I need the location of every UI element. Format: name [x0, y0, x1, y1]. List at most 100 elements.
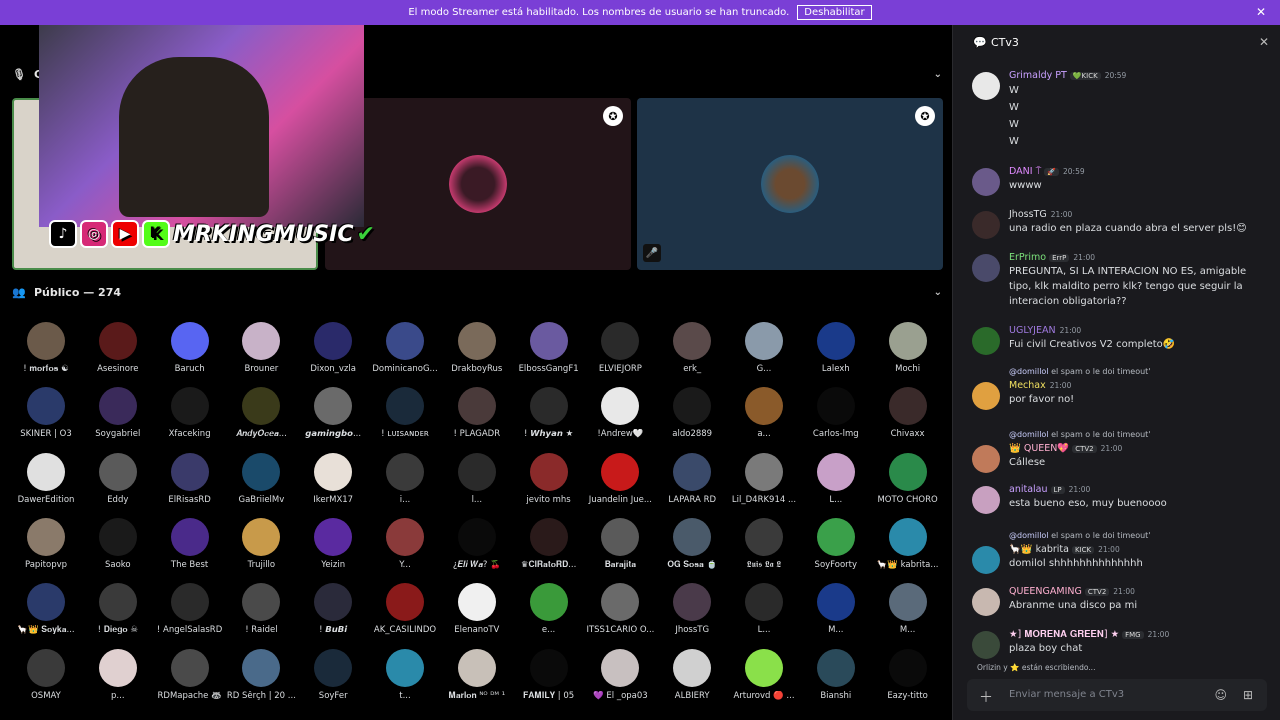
audience-member[interactable]: ! PLAGADR	[441, 387, 513, 449]
audience-member[interactable]: Baruch	[154, 322, 226, 384]
username[interactable]: anitalau	[1009, 484, 1048, 495]
audience-member[interactable]: ! Raidel	[225, 583, 297, 645]
audience-member[interactable]: p...	[82, 648, 154, 711]
reply-reference[interactable]: @domillol el spam o le doi timeout'	[1009, 531, 1151, 540]
audience-member[interactable]: Lalexh	[800, 322, 872, 384]
audience-member[interactable]: Lil_D4RK914 ...	[728, 452, 800, 515]
username[interactable]: JhossTG	[1009, 209, 1047, 220]
audience-member[interactable]: ! AngelSalasRD	[154, 583, 226, 645]
avatar[interactable]	[972, 486, 1000, 514]
audience-member[interactable]: RDMapache 🦝	[154, 648, 226, 711]
audience-member[interactable]: RD Šêrçh | 20 ...	[225, 648, 297, 711]
audience-member[interactable]: 𝐁𝐚𝐫𝐚𝐣𝐢𝐭𝐚	[584, 517, 656, 580]
username[interactable]: DANI ⍑	[1009, 166, 1041, 177]
audience-member[interactable]: DawerEdition	[10, 452, 82, 515]
audience-member[interactable]: Papitopvp	[10, 517, 82, 580]
username[interactable]: 👑 QUEEN💖	[1009, 443, 1069, 454]
audience-member[interactable]: IkerMX17	[297, 452, 369, 515]
audience-member[interactable]: ElenanoTV	[441, 583, 513, 645]
username[interactable]: ★] 𝐌𝐎𝐑𝐄𝐍𝐀 𝐆𝐑𝐄𝐄𝐍] ★	[1009, 629, 1119, 640]
username[interactable]: ErPrimo	[1009, 252, 1046, 263]
audience-member[interactable]: SoyFer	[297, 648, 369, 711]
audience-member[interactable]: e...	[513, 583, 585, 645]
username[interactable]: 🦙👑 kabrita	[1009, 544, 1069, 555]
audience-member[interactable]: ALBIERY	[656, 648, 728, 711]
avatar[interactable]	[972, 382, 1000, 410]
plus-icon[interactable]: ＋	[979, 687, 993, 707]
audience-member[interactable]: Arturovd 🔴 ...	[728, 648, 800, 711]
avatar[interactable]	[972, 211, 1000, 239]
audience-member[interactable]: erk_	[656, 322, 728, 384]
audience-member[interactable]: M...	[800, 583, 872, 645]
audience-member[interactable]: Brouner	[225, 322, 297, 384]
avatar[interactable]	[972, 327, 1000, 355]
username[interactable]: Grimaldy PT	[1009, 70, 1067, 81]
audience-member[interactable]: ITSS1CARIO O...	[584, 583, 656, 645]
chevron-down-icon[interactable]: ⌄	[934, 69, 942, 80]
audience-member[interactable]: ♛𝐂𝐥𝐑𝐚𝐭𝐨𝐑𝐃...	[513, 517, 585, 580]
avatar[interactable]	[972, 546, 1000, 574]
audience-member[interactable]: Carlos-lmg	[800, 387, 872, 449]
audience-member[interactable]: Bianshi	[800, 648, 872, 711]
disable-streamer-button[interactable]: Deshabilitar	[797, 5, 872, 20]
avatar[interactable]	[972, 254, 1000, 282]
audience-member[interactable]: 💜 El _opa03	[584, 648, 656, 711]
audience-member[interactable]: LAPARA RD	[656, 452, 728, 515]
audience-member[interactable]: aldo2889	[656, 387, 728, 449]
audience-member[interactable]: ! 𝐦𝐨𝐫𝐟𝐨𝐬 ☯	[10, 322, 82, 384]
emoji-icon[interactable]: ☺	[1214, 688, 1227, 702]
username[interactable]: UGLYJEAN	[1009, 325, 1056, 336]
audience-member[interactable]: 🦙👑 kabrita...	[872, 517, 944, 580]
audience-member[interactable]: DominicanoG...	[369, 322, 441, 384]
audience-member[interactable]: Eazy-titto	[872, 648, 944, 711]
audience-member[interactable]: Juandelin Jue...	[584, 452, 656, 515]
speaker-tile-3[interactable]: ✪ 🎤	[637, 98, 943, 270]
audience-member[interactable]: ! ʟᴜɪsᴀɴᴅᴇʀ	[369, 387, 441, 449]
audience-member[interactable]: ¿𝑬𝒍𝒊 𝑾𝒂? 🍒	[441, 517, 513, 580]
close-icon[interactable]: ✕	[1256, 5, 1266, 19]
audience-member[interactable]: DrakboyRus	[441, 322, 513, 384]
username[interactable]: QUEENGAMING	[1009, 586, 1082, 597]
username[interactable]: Mechax	[1009, 380, 1046, 391]
chevron-down-icon[interactable]: ⌄	[934, 287, 942, 298]
audience-member[interactable]: !Andrew🤍	[584, 387, 656, 449]
audience-member[interactable]: ElbossGangF1	[513, 322, 585, 384]
audience-member[interactable]: Soygabriel	[82, 387, 154, 449]
avatar[interactable]	[972, 445, 1000, 473]
audience-member[interactable]: AK_CASILINDO	[369, 583, 441, 645]
audience-member[interactable]: jevito mhs	[513, 452, 585, 515]
audience-member[interactable]: MOTO CHORO	[872, 452, 944, 515]
audience-member[interactable]: 𝕷𝖚𝖎𝖘 𝕷𝖆 𝕷	[728, 517, 800, 580]
audience-member[interactable]: M...	[872, 583, 944, 645]
audience-member[interactable]: Eddy	[82, 452, 154, 515]
audience-member[interactable]: Chivaxx	[872, 387, 944, 449]
audience-member[interactable]: t...	[369, 648, 441, 711]
audience-member[interactable]: 𝐅𝐀𝐌𝐈𝐋𝐘 | 05	[513, 648, 585, 711]
audience-member[interactable]: Xfaceking	[154, 387, 226, 449]
audience-member[interactable]: Mochi	[872, 322, 944, 384]
audience-member[interactable]: GaBriielMv	[225, 452, 297, 515]
audience-member[interactable]: 𝑨𝒏𝒅𝒚𝑶𝒄𝒆𝒂...	[225, 387, 297, 449]
audience-member[interactable]: Saoko	[82, 517, 154, 580]
avatar[interactable]	[972, 588, 1000, 616]
audience-member[interactable]: Trujillo	[225, 517, 297, 580]
audience-member[interactable]: JhossTG	[656, 583, 728, 645]
audience-member[interactable]: SoyFoorty	[800, 517, 872, 580]
public-section-header[interactable]: 👥 Público — 274 ⌄	[0, 281, 952, 303]
audience-member[interactable]: Yeizin	[297, 517, 369, 580]
audience-member[interactable]: Dixon_vzla	[297, 322, 369, 384]
audience-member[interactable]: ! 𝙒𝙝𝙮𝙖𝙣 ★	[513, 387, 585, 449]
audience-member[interactable]: G...	[728, 322, 800, 384]
audience-member[interactable]: ! 𝐃𝐢𝐞𝐠𝐨 ☠	[82, 583, 154, 645]
audience-member[interactable]: 𝐎𝐆 𝐒𝐨𝐬𝐚 🍵	[656, 517, 728, 580]
avatar[interactable]	[972, 72, 1000, 100]
audience-member[interactable]: OSMAY	[10, 648, 82, 711]
audience-member[interactable]: 🦙👑 𝐒𝐨𝐲𝐤𝐚...	[10, 583, 82, 645]
audience-member[interactable]: 𝙜𝙖𝙢𝙞𝙣𝙜𝙗𝙤...	[297, 387, 369, 449]
audience-member[interactable]: SKINER | O3	[10, 387, 82, 449]
audience-member[interactable]: ELVIEJORP	[584, 322, 656, 384]
audience-member[interactable]: ElRisasRD	[154, 452, 226, 515]
audience-member[interactable]: L...	[800, 452, 872, 515]
audience-member[interactable]: Y...	[369, 517, 441, 580]
audience-member[interactable]: L...	[728, 583, 800, 645]
